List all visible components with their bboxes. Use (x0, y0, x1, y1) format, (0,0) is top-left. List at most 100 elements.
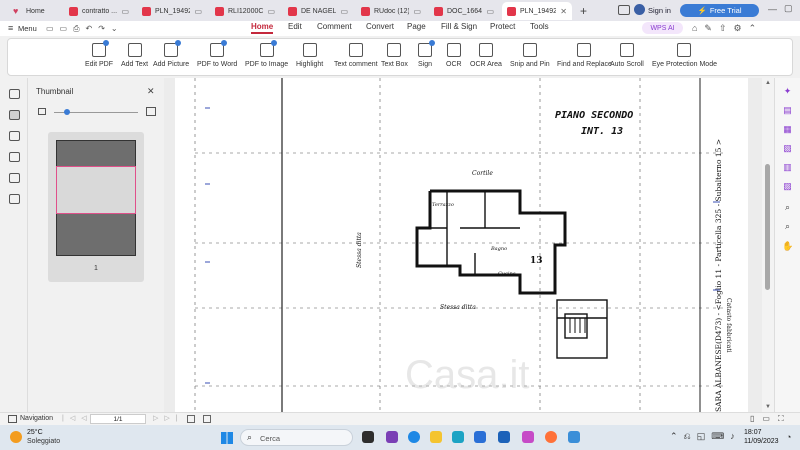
tab-settings-icon[interactable]: ▭ (267, 7, 275, 16)
tab-fill-sign[interactable]: Fill & Sign (441, 22, 477, 31)
free-trial-button[interactable]: ⚡ Free Trial (680, 4, 759, 17)
zoom-in-thumb-icon[interactable] (146, 107, 156, 116)
tab-settings-icon[interactable]: ▭ (340, 7, 348, 16)
ocr-area-button[interactable]: OCR Area (470, 43, 502, 68)
hamburger-icon[interactable]: ≡ (8, 23, 13, 33)
tab-document[interactable]: RUdoc (12) ▭ (356, 2, 426, 20)
pdf-to-word-button[interactable]: PDF to Word (197, 40, 237, 68)
edit-pdf-button[interactable]: Edit PDF (85, 40, 113, 68)
edge-icon[interactable] (452, 431, 464, 443)
text-box-button[interactable]: Text Box (381, 43, 408, 68)
compress-icon[interactable]: ▤ (782, 105, 793, 115)
page-thumbnail[interactable] (48, 132, 144, 282)
tab-protect[interactable]: Protect (490, 22, 515, 31)
find-replace-button[interactable]: Find and Replace (557, 43, 612, 68)
zoom-in-icon[interactable]: ⌕ (782, 202, 793, 212)
edit-icon[interactable]: ▦ (782, 124, 793, 134)
teams-icon[interactable] (568, 431, 580, 443)
convert-icon[interactable]: ▧ (782, 143, 793, 153)
tab-document-active[interactable]: PLN_19492 ✕ (502, 2, 572, 20)
weather-desc[interactable]: Soleggiato (27, 438, 60, 445)
quick-access-icons[interactable]: ▭▭⎙↶↷⌄ (46, 24, 124, 34)
navigation-icon[interactable] (8, 415, 17, 423)
wps-pdf-icon[interactable] (522, 431, 534, 443)
tab-comment[interactable]: Comment (317, 22, 352, 31)
attachment-icon[interactable] (9, 152, 20, 162)
tab-settings-icon[interactable]: ▭ (486, 7, 494, 16)
scroll-down-icon[interactable]: ▼ (765, 404, 771, 410)
tab-document[interactable]: DE NAGELI ▭ (283, 2, 353, 20)
scrollbar-thumb[interactable] (765, 164, 770, 290)
notification-bell-icon[interactable]: ◔ (786, 432, 791, 442)
tab-home[interactable]: ♥ Home (8, 2, 63, 20)
vertical-scrollbar[interactable]: ▲ ▼ (762, 78, 774, 412)
hand-tool-icon[interactable]: ✋ (782, 241, 793, 251)
pdf-to-image-button[interactable]: PDF to Image (245, 40, 288, 68)
add-text-button[interactable]: Add Text (121, 43, 148, 68)
maximize-icon[interactable]: ▢ (784, 3, 793, 14)
tab-tools[interactable]: Tools (530, 22, 549, 31)
chrome-icon[interactable] (408, 431, 420, 443)
tab-edit[interactable]: Edit (288, 22, 302, 31)
tab-document[interactable]: contratto ... ▭ (64, 2, 134, 20)
thumbnail-icon[interactable] (9, 110, 20, 120)
new-tab-icon[interactable]: + (580, 4, 587, 18)
wps-ai-button[interactable]: WPS AI (642, 22, 683, 34)
comment-icon[interactable] (9, 131, 20, 141)
fit-page-icon[interactable] (187, 415, 195, 423)
bookmark-icon[interactable] (9, 89, 20, 99)
minimize-icon[interactable]: — (768, 4, 777, 14)
page-indicator-input[interactable]: 1/1 (90, 414, 146, 424)
ocr-button[interactable]: OCR (446, 43, 462, 68)
clock-time[interactable]: 18:07 (744, 429, 762, 436)
task-view-icon[interactable] (362, 431, 374, 443)
tab-settings-icon[interactable]: ▭ (194, 7, 202, 16)
merge-icon[interactable]: ▥ (782, 162, 793, 172)
avatar[interactable] (634, 4, 645, 15)
clock-date[interactable]: 11/09/2023 (744, 438, 779, 445)
fit-width-icon[interactable] (203, 415, 211, 423)
sign-button[interactable]: Sign (418, 40, 435, 68)
snip-and-pin-button[interactable]: Snip and Pin (510, 43, 550, 68)
layers-icon[interactable] (9, 194, 20, 204)
slider-handle[interactable] (64, 109, 70, 115)
tab-document[interactable]: PLN_19492 ▭ (137, 2, 207, 20)
header-action-icons[interactable]: ⌂✎⇧⚙⌃ (692, 23, 763, 34)
firefox-icon[interactable] (545, 431, 557, 443)
tab-document[interactable]: RLI12000C ▭ (210, 2, 280, 20)
sign-in-link[interactable]: Sign in (648, 6, 671, 15)
tab-document[interactable]: DOC_16644 ▭ (429, 2, 499, 20)
scroll-up-icon[interactable]: ▲ (765, 80, 771, 86)
file-explorer-icon[interactable] (430, 431, 442, 443)
tab-settings-icon[interactable]: ▭ (121, 7, 129, 16)
system-tray-icons[interactable]: ⌃⎌◱⌨♪ (670, 431, 741, 442)
document-viewer[interactable]: Casa.it PIANO SECONDO INT. 13 Cortile Te… (164, 78, 774, 412)
mail-icon[interactable] (498, 431, 510, 443)
first-prev-page-icons[interactable]: |◁◁ (62, 414, 93, 422)
store-icon[interactable] (474, 431, 486, 443)
tab-convert[interactable]: Convert (366, 22, 394, 31)
next-last-page-icons[interactable]: ▷▷| (153, 414, 184, 422)
sidebar-toggle-icon[interactable] (618, 5, 630, 15)
add-picture-button[interactable]: Add Picture (153, 40, 189, 68)
signature-icon[interactable] (9, 173, 20, 183)
windows-start-icon[interactable] (221, 432, 233, 444)
split-icon[interactable]: ▨ (782, 181, 793, 191)
auto-scroll-button[interactable]: Auto Scroll (610, 43, 644, 68)
menu-button[interactable]: Menu (18, 24, 37, 33)
translate-icon[interactable]: ✦ (782, 86, 793, 96)
sun-icon[interactable] (10, 431, 22, 443)
close-icon[interactable]: ✕ (147, 86, 155, 97)
tab-settings-icon[interactable]: ▭ (413, 7, 421, 16)
weather-temp[interactable]: 25°C (27, 429, 43, 436)
chat-icon[interactable] (386, 431, 398, 443)
highlight-button[interactable]: Highlight (296, 43, 323, 68)
text-comment-button[interactable]: Text comment (334, 43, 378, 68)
close-icon[interactable]: ✕ (560, 7, 567, 16)
navigation-button[interactable]: Navigation (20, 415, 53, 422)
zoom-out-thumb-icon[interactable] (38, 108, 46, 115)
eye-protection-button[interactable]: Eye Protection Mode (652, 43, 717, 68)
tab-home-ribbon[interactable]: Home (251, 22, 274, 34)
tab-page[interactable]: Page (407, 22, 426, 31)
taskbar-search[interactable]: ⌕ Cerca (240, 429, 353, 446)
